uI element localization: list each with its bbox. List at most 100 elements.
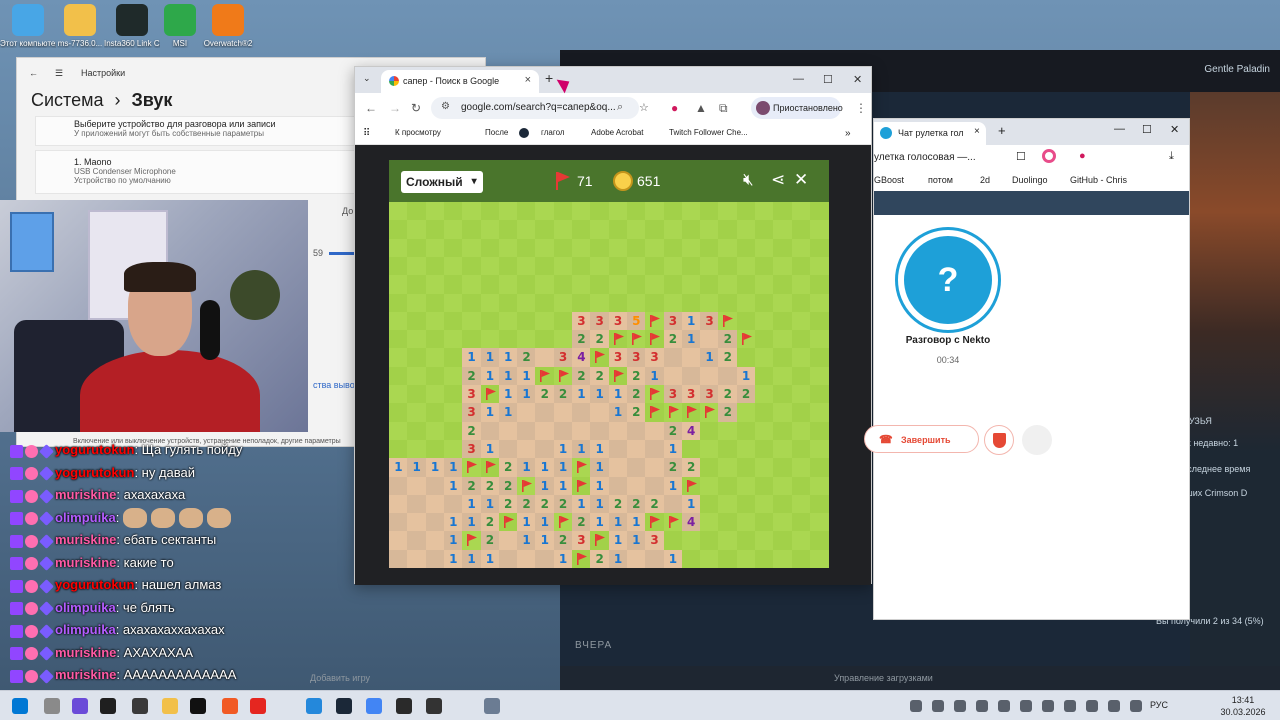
- flagged-cell[interactable]: [626, 330, 646, 349]
- number-cell[interactable]: 1: [608, 385, 628, 404]
- unopened-cell[interactable]: [407, 421, 427, 441]
- unopened-cell[interactable]: [700, 513, 719, 532]
- unopened-cell[interactable]: [425, 293, 445, 313]
- number-cell[interactable]: 2: [480, 531, 500, 551]
- unopened-cell[interactable]: [553, 275, 573, 294]
- unopened-cell[interactable]: [809, 238, 829, 258]
- unopened-cell[interactable]: [773, 513, 793, 532]
- unopened-cell[interactable]: [791, 531, 811, 551]
- unopened-cell[interactable]: [590, 293, 610, 313]
- unopened-cell[interactable]: [773, 476, 793, 496]
- unopened-cell[interactable]: [443, 366, 463, 386]
- unopened-cell[interactable]: [791, 385, 811, 404]
- unopened-cell[interactable]: [480, 293, 500, 313]
- unopened-cell[interactable]: [791, 439, 811, 459]
- empty-cell[interactable]: [517, 403, 536, 423]
- number-cell[interactable]: 1: [736, 366, 756, 386]
- chat-username[interactable]: muriskine: [55, 555, 116, 570]
- unopened-cell[interactable]: [755, 403, 774, 423]
- youtube-extension-icon[interactable]: ●: [671, 101, 678, 115]
- number-cell[interactable]: 1: [590, 494, 610, 514]
- unopened-cell[interactable]: [809, 330, 829, 349]
- unopened-cell[interactable]: [517, 220, 536, 240]
- unopened-cell[interactable]: [608, 293, 628, 313]
- unopened-cell[interactable]: [626, 256, 646, 276]
- number-cell[interactable]: 1: [389, 458, 408, 477]
- flagged-cell[interactable]: [645, 403, 664, 423]
- number-cell[interactable]: 1: [517, 385, 536, 404]
- unopened-cell[interactable]: [755, 256, 774, 276]
- terminal-icon[interactable]: [426, 698, 442, 714]
- unopened-cell[interactable]: [755, 311, 774, 331]
- unopened-cell[interactable]: [700, 238, 719, 258]
- unopened-cell[interactable]: [736, 238, 756, 258]
- unopened-cell[interactable]: [480, 256, 500, 276]
- unopened-cell[interactable]: [736, 311, 756, 331]
- number-cell[interactable]: 3: [626, 348, 646, 368]
- unopened-cell[interactable]: [425, 238, 445, 258]
- bookmark-watch-later[interactable]: К просмотру: [395, 128, 441, 137]
- unopened-cell[interactable]: [389, 256, 408, 276]
- unopened-cell[interactable]: [718, 238, 738, 258]
- unopened-cell[interactable]: [462, 256, 481, 276]
- unopened-cell[interactable]: [663, 293, 683, 313]
- number-cell[interactable]: 2: [663, 421, 683, 441]
- flagged-cell[interactable]: [572, 549, 591, 569]
- unopened-cell[interactable]: [535, 238, 555, 258]
- unopened-cell[interactable]: [517, 330, 536, 349]
- unopened-cell[interactable]: [718, 275, 738, 294]
- unopened-cell[interactable]: [681, 549, 701, 569]
- unopened-cell[interactable]: [773, 238, 793, 258]
- unopened-cell[interactable]: [590, 275, 610, 294]
- unopened-cell[interactable]: [773, 385, 793, 404]
- unopened-cell[interactable]: [407, 403, 427, 423]
- unopened-cell[interactable]: [736, 275, 756, 294]
- unopened-cell[interactable]: [791, 403, 811, 423]
- unopened-cell[interactable]: [809, 202, 829, 221]
- unopened-cell[interactable]: [425, 439, 445, 459]
- extension-icon[interactable]: [1042, 149, 1056, 163]
- unopened-cell[interactable]: [572, 275, 591, 294]
- number-cell[interactable]: 1: [553, 549, 573, 569]
- unopened-cell[interactable]: [572, 256, 591, 276]
- number-cell[interactable]: 1: [590, 439, 610, 459]
- unopened-cell[interactable]: [553, 256, 573, 276]
- unopened-cell[interactable]: [773, 439, 793, 459]
- number-cell[interactable]: 3: [553, 348, 573, 368]
- new-tab-button[interactable]: +: [545, 70, 553, 86]
- unopened-cell[interactable]: [443, 220, 463, 240]
- empty-cell[interactable]: [517, 439, 536, 459]
- number-cell[interactable]: 2: [626, 403, 646, 423]
- unopened-cell[interactable]: [645, 202, 664, 221]
- empty-cell[interactable]: [425, 549, 445, 569]
- number-cell[interactable]: 1: [480, 494, 500, 514]
- unopened-cell[interactable]: [736, 476, 756, 496]
- number-cell[interactable]: 3: [462, 385, 481, 404]
- number-cell[interactable]: 1: [498, 403, 518, 423]
- flagged-cell[interactable]: [462, 458, 481, 477]
- unopened-cell[interactable]: [517, 238, 536, 258]
- empty-cell[interactable]: [553, 403, 573, 423]
- unopened-cell[interactable]: [663, 531, 683, 551]
- unopened-cell[interactable]: [718, 494, 738, 514]
- unopened-cell[interactable]: [718, 220, 738, 240]
- number-cell[interactable]: 2: [553, 385, 573, 404]
- unopened-cell[interactable]: [407, 220, 427, 240]
- obs-icon[interactable]: [132, 698, 148, 714]
- tab-search-icon[interactable]: ⌄: [363, 73, 371, 84]
- unopened-cell[interactable]: [425, 311, 445, 331]
- unopened-cell[interactable]: [773, 458, 793, 477]
- number-cell[interactable]: 1: [480, 549, 500, 569]
- unopened-cell[interactable]: [718, 439, 738, 459]
- empty-cell[interactable]: [590, 403, 610, 423]
- flagged-cell[interactable]: [535, 366, 555, 386]
- unopened-cell[interactable]: [663, 256, 683, 276]
- unopened-cell[interactable]: [425, 421, 445, 441]
- desktop-icon[interactable]: Overwatch®2: [200, 4, 256, 48]
- unopened-cell[interactable]: [736, 513, 756, 532]
- zoom-icon[interactable]: ⌕: [617, 101, 623, 114]
- flagged-cell[interactable]: [608, 330, 628, 349]
- unopened-cell[interactable]: [663, 220, 683, 240]
- unopened-cell[interactable]: [590, 238, 610, 258]
- unopened-cell[interactable]: [498, 238, 518, 258]
